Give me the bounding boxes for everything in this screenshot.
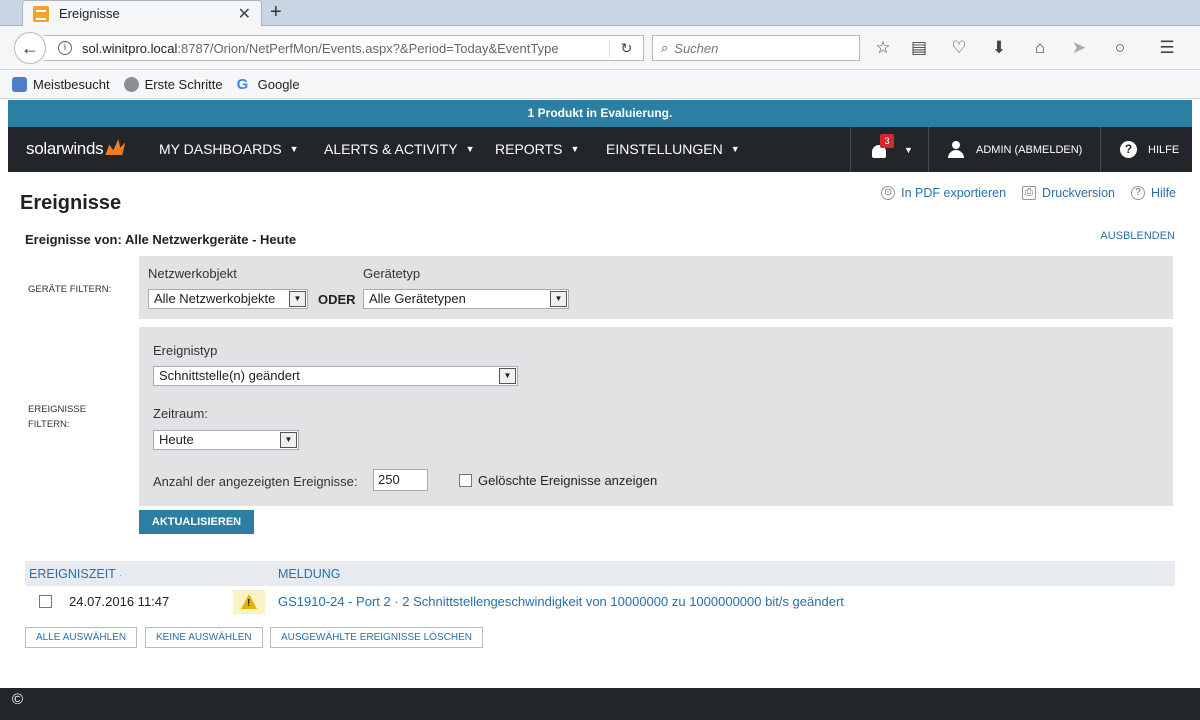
send-icon[interactable]: ➤: [1068, 37, 1090, 59]
update-button[interactable]: AKTUALISIEREN: [139, 510, 254, 534]
pdf-icon: ⊙: [881, 186, 896, 200]
bookmark-star-icon[interactable]: ☆: [872, 37, 894, 59]
nav-divider: [1100, 127, 1101, 172]
select-none-button[interactable]: KEINE AUSWÄHLEN: [145, 627, 263, 648]
globe-icon: [123, 77, 139, 92]
event-filter-label: EREIGNISSE FILTERN:: [28, 404, 87, 430]
reload-icon[interactable]: ↻: [609, 39, 643, 57]
chevron-down-icon[interactable]: ▼: [289, 291, 306, 307]
notification-badge: 3: [880, 134, 894, 148]
events-subtitle: Ereignisse von: Alle Netzwerkgeräte - He…: [25, 232, 297, 247]
nav-alerts-activity[interactable]: ALERTS & ACTIVITY ▼: [324, 141, 474, 157]
export-pdf-link[interactable]: ⊙ In PDF exportieren: [881, 186, 1006, 200]
hide-filters-link[interactable]: AUSBLENDEN: [1100, 230, 1175, 242]
nav-einstellungen[interactable]: EINSTELLUNGEN ▼: [606, 141, 740, 157]
table-row: 24.07.2016 11:47 ! GS1910-24 - Port 2 · …: [25, 588, 1175, 616]
network-object-label: Netzwerkobjekt: [148, 266, 237, 281]
help-icon[interactable]: ?: [1120, 141, 1137, 158]
column-event-time[interactable]: EREIGNISZEIT ·: [29, 567, 122, 581]
event-type-label: Ereignistyp: [153, 343, 218, 358]
network-object-select[interactable]: Alle Netzwerkobjekte ▼: [148, 289, 308, 309]
url-text[interactable]: sol.winitpro.local:8787/Orion/NetPerfMon…: [82, 41, 609, 56]
chat-icon[interactable]: ○: [1109, 37, 1131, 59]
event-type-select[interactable]: Schnittstelle(n) geändert ▼: [153, 366, 518, 386]
printer-icon: ⎙: [1022, 186, 1037, 200]
print-version-link[interactable]: ⎙ Druckversion: [1022, 186, 1115, 200]
device-type-select[interactable]: Alle Gerätetypen ▼: [363, 289, 569, 309]
nav-my-dashboards[interactable]: MY DASHBOARDS ▼: [159, 141, 299, 157]
event-count-label: Anzahl der angezeigten Ereignisse:: [153, 474, 358, 489]
event-message-link[interactable]: GS1910-24 - Port 2 · 2 Schnittstellenges…: [278, 594, 844, 609]
bookmark-meistbesucht[interactable]: Meistbesucht: [12, 77, 110, 92]
folder-icon: [12, 77, 27, 92]
help-circle-icon: ?: [1130, 186, 1145, 200]
solarwinds-favicon-icon: [33, 5, 49, 22]
row-checkbox[interactable]: [39, 595, 52, 608]
show-deleted-checkbox[interactable]: [459, 474, 472, 487]
google-icon: G: [236, 76, 249, 93]
device-filter-panel: [139, 256, 1173, 319]
reading-list-icon[interactable]: ▤: [908, 37, 930, 59]
page-actions: ⊙ In PDF exportieren ⎙ Druckversion ? Hilfe: [881, 186, 1176, 200]
flame-icon: [105, 139, 126, 155]
address-bar[interactable]: i sol.winitpro.local:8787/Orion/NetPerfM…: [44, 35, 644, 61]
or-label: ODER: [318, 292, 356, 307]
device-type-label: Gerätetyp: [363, 266, 421, 281]
evaluation-banner[interactable]: 1 Produkt in Evaluierung.: [8, 100, 1192, 127]
notifications-caret-icon[interactable]: ▼: [904, 145, 913, 155]
select-all-button[interactable]: ALLE AUSWÄHLEN: [25, 627, 138, 648]
pocket-icon[interactable]: ♡: [948, 37, 970, 59]
bookmark-erste-schritte[interactable]: Erste Schritte: [123, 77, 223, 92]
app-navigation: solarwinds MY DASHBOARDS ▼ ALERTS & ACTIV…: [8, 127, 1192, 172]
new-tab-icon[interactable]: +: [270, 0, 282, 24]
event-time: 24.07.2016 11:47: [69, 594, 170, 609]
solarwinds-logo[interactable]: solarwinds: [26, 139, 126, 159]
delete-selected-button[interactable]: AUSGEWÄHLTE EREIGNISSE LÖSCHEN: [270, 627, 483, 648]
events-table-header: EREIGNISZEIT · MELDUNG: [25, 561, 1175, 586]
page-title: Ereignisse: [20, 192, 122, 214]
search-input[interactable]: ⌕ Suchen: [652, 35, 860, 61]
nav-divider: [850, 127, 851, 172]
menu-icon[interactable]: ☰: [1156, 37, 1178, 59]
user-logout-link[interactable]: ADMIN (ABMELDEN): [976, 144, 1082, 156]
close-tab-icon[interactable]: ✕: [238, 4, 251, 24]
bookmark-google[interactable]: G Google: [237, 77, 300, 92]
copyright-symbol: ©: [12, 691, 24, 708]
home-icon[interactable]: ⌂: [1029, 37, 1051, 59]
browser-tab[interactable]: Ereignisse ✕: [22, 0, 262, 26]
site-info-icon[interactable]: i: [58, 41, 72, 55]
notifications-bell-icon[interactable]: 3: [870, 134, 894, 159]
column-message[interactable]: MELDUNG: [278, 567, 341, 581]
chevron-down-icon[interactable]: ▼: [499, 368, 516, 384]
nav-reports[interactable]: REPORTS ▼: [495, 141, 579, 157]
sort-icon: ·: [119, 570, 123, 580]
downloads-icon[interactable]: ⬇: [988, 37, 1010, 59]
event-count-input[interactable]: 250: [373, 469, 428, 491]
back-button[interactable]: ←: [14, 32, 46, 64]
help-link[interactable]: HILFE: [1148, 144, 1179, 156]
period-select[interactable]: Heute ▼: [153, 430, 299, 450]
user-icon: [948, 141, 964, 159]
warning-icon: !: [233, 590, 265, 614]
help-page-link[interactable]: ? Hilfe: [1130, 186, 1176, 200]
tab-title: Ereignisse: [59, 6, 120, 21]
show-deleted-events[interactable]: Gelöschte Ereignisse anzeigen: [459, 473, 657, 488]
page-footer: [0, 688, 1200, 720]
bookmarks-bar: Meistbesucht Erste Schritte G Google: [0, 71, 1200, 99]
period-label: Zeitraum:: [153, 406, 208, 421]
device-filter-label: GERÄTE FILTERN:: [28, 284, 112, 295]
chevron-down-icon[interactable]: ▼: [550, 291, 567, 307]
nav-divider: [928, 127, 929, 172]
search-icon: ⌕: [661, 40, 669, 55]
chevron-down-icon[interactable]: ▼: [280, 432, 297, 448]
browser-tab-bar: Ereignisse ✕ +: [0, 0, 1200, 26]
